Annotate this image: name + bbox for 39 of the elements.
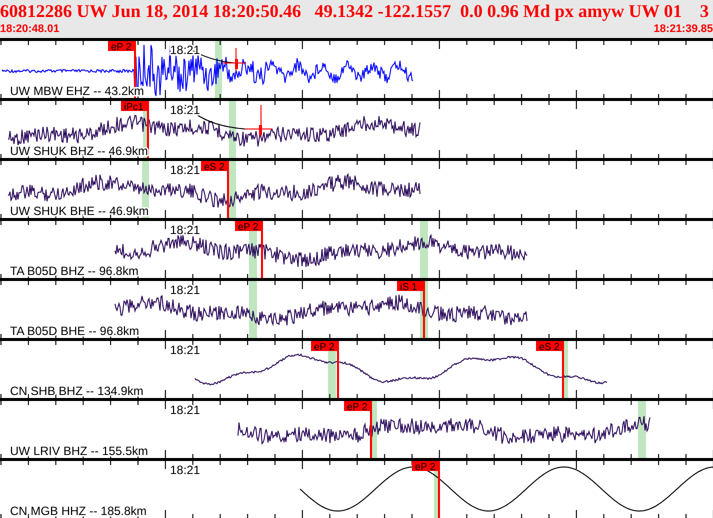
pick-flag[interactable]: eP 2 [235, 221, 262, 233]
end-time: 18:21:39.85 [654, 22, 713, 36]
event-title: 60812286 UW Jun 18, 2014 18:20:50.46 49.1342 -122.1557 0.0 0.96 Md px amyw UW 01 3 [0, 0, 710, 22]
pick-line [147, 101, 149, 158]
minute-mark: 18:21 [170, 163, 200, 177]
minute-mark: 18:21 [170, 403, 200, 417]
start-time: 18:20:48.01 [0, 22, 60, 36]
pick-flag[interactable]: iPc1 [121, 101, 148, 113]
pick-window-band [638, 401, 646, 458]
channel-label: TA B05D BHE -- 96.8km [10, 324, 140, 338]
pick-line [134, 41, 136, 98]
pick-window-band [420, 221, 428, 278]
pick-line [337, 341, 339, 398]
pick-window-band [229, 161, 236, 218]
pick-line [438, 461, 440, 518]
pick-flag[interactable]: eS 2 [536, 341, 563, 353]
pick-flag[interactable]: eS 2 [201, 161, 228, 173]
minute-mark: 18:21 [170, 223, 200, 237]
channel-label: UW LRIV BHZ -- 155.5km [10, 444, 148, 458]
minute-mark: 18:21 [170, 283, 200, 297]
pick-flag[interactable]: eP 2 [108, 41, 135, 53]
channel-label: CN SHB BHZ -- 134.9km [10, 384, 144, 398]
pick-flag[interactable]: eP 2 [344, 401, 371, 413]
minute-mark: 18:21 [170, 343, 200, 357]
pick-line [562, 341, 564, 398]
pick-flag[interactable]: iS 1 [397, 281, 424, 293]
pick-flag[interactable]: eP 2 [412, 461, 439, 473]
pick-line [227, 161, 229, 218]
minute-mark: 18:21 [170, 463, 200, 477]
channel-label: CN MGB HHZ -- 185.8km [10, 504, 147, 518]
pick-line [261, 221, 263, 278]
minute-mark: 18:21 [170, 43, 200, 57]
channel-label: UW SHUK BHE -- 46.9km [10, 204, 149, 218]
pick-line [423, 281, 425, 338]
pick-flag[interactable]: eP 2 [311, 341, 338, 353]
channel-label: TA B05D BHZ -- 96.8km [10, 264, 138, 278]
pick-window-band [249, 281, 257, 338]
pick-window-band [229, 101, 236, 158]
pick-line [370, 401, 372, 458]
